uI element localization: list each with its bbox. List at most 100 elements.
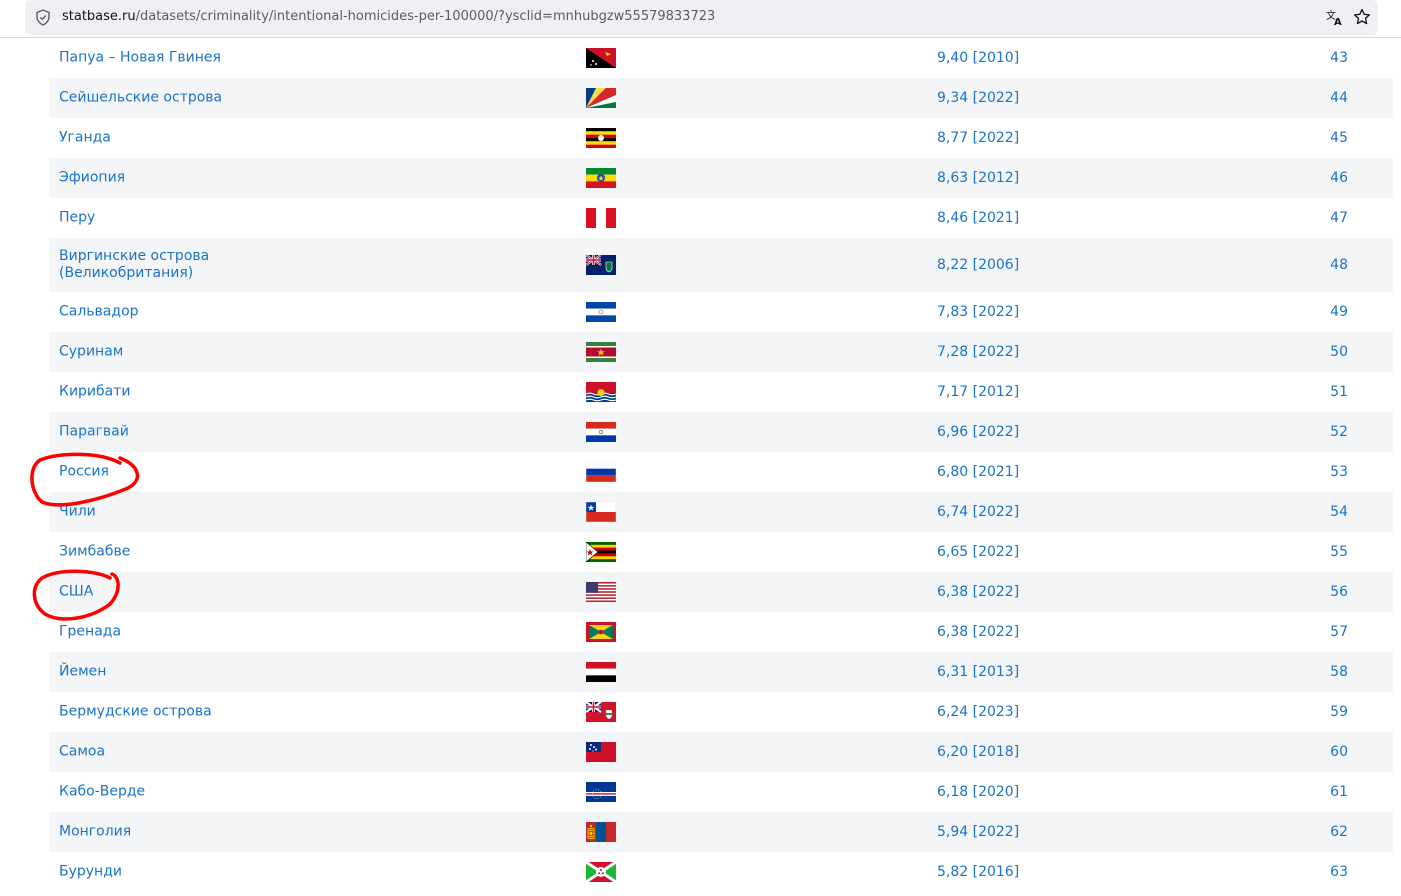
homicide-rate-value[interactable]: 9,34 [2022]	[937, 90, 1019, 106]
homicide-rate-value[interactable]: 8,22 [2006]	[937, 257, 1019, 273]
flag-yemen-icon	[586, 662, 616, 682]
flag-zimbabwe-icon	[586, 542, 616, 562]
table-row: Кабо-Верде 6,18 [2020] 61	[49, 772, 1393, 812]
rank-number[interactable]: 53	[1330, 464, 1348, 480]
homicide-rate-value[interactable]: 8,77 [2022]	[937, 130, 1019, 146]
rank-number[interactable]: 49	[1330, 304, 1348, 320]
rank-number[interactable]: 47	[1330, 210, 1348, 226]
table-row: Чили 6,74 [2022] 54	[49, 492, 1393, 532]
rank-number[interactable]: 44	[1330, 90, 1348, 106]
table-row: Парагвай 6,96 [2022] 52	[49, 412, 1393, 452]
homicide-rate-value[interactable]: 6,18 [2020]	[937, 784, 1019, 800]
translate-icon[interactable]: 文 A	[1326, 8, 1344, 26]
address-bar[interactable]: statbase.ru/datasets/criminality/intenti…	[25, 0, 1378, 35]
flag-grenada-icon	[586, 622, 616, 642]
rank-number[interactable]: 57	[1330, 624, 1348, 640]
country-link[interactable]: Бермудские острова	[59, 704, 259, 721]
flag-uganda-icon	[586, 128, 616, 148]
country-link[interactable]: Сальвадор	[59, 304, 259, 321]
homicide-rate-value[interactable]: 6,31 [2013]	[937, 664, 1019, 680]
rank-number[interactable]: 61	[1330, 784, 1348, 800]
flag-papua-new-guinea-icon	[586, 48, 616, 68]
country-link[interactable]: Кирибати	[59, 384, 259, 401]
country-link[interactable]: Виргинские острова (Великобритания)	[59, 248, 259, 282]
rank-number[interactable]: 56	[1330, 584, 1348, 600]
table-row: Эфиопия 8,63 [2012] 46	[49, 158, 1393, 198]
homicide-rate-value[interactable]: 7,83 [2022]	[937, 304, 1019, 320]
country-link[interactable]: Перу	[59, 210, 259, 227]
url-host: statbase.ru	[62, 9, 136, 24]
rank-number[interactable]: 50	[1330, 344, 1348, 360]
rank-number[interactable]: 45	[1330, 130, 1348, 146]
homicide-rate-value[interactable]: 5,82 [2016]	[937, 864, 1019, 880]
flag-burundi-icon	[586, 862, 616, 882]
rank-number[interactable]: 55	[1330, 544, 1348, 560]
country-link[interactable]: Зимбабве	[59, 544, 259, 561]
flag-bermuda-icon	[586, 702, 616, 722]
table-row: Зимбабве 6,65 [2022] 55	[49, 532, 1393, 572]
country-link[interactable]: Эфиопия	[59, 170, 259, 187]
table-row: США 6,38 [2022] 56	[49, 572, 1393, 612]
table-row: Самоа 6,20 [2018] 60	[49, 732, 1393, 772]
table-row: Гренада 6,38 [2022] 57	[49, 612, 1393, 652]
table-row: Уганда 8,77 [2022] 45	[49, 118, 1393, 158]
homicide-rate-value[interactable]: 7,17 [2012]	[937, 384, 1019, 400]
country-link[interactable]: Чили	[59, 504, 259, 521]
homicide-rate-value[interactable]: 5,94 [2022]	[937, 824, 1019, 840]
table-row: Йемен 6,31 [2013] 58	[49, 652, 1393, 692]
country-link[interactable]: Монголия	[59, 824, 259, 841]
rank-number[interactable]: 43	[1330, 50, 1348, 66]
country-link[interactable]: Уганда	[59, 130, 259, 147]
rank-number[interactable]: 54	[1330, 504, 1348, 520]
country-link[interactable]: Парагвай	[59, 424, 259, 441]
rank-number[interactable]: 48	[1330, 257, 1348, 273]
table-row: Кирибати 7,17 [2012] 51	[49, 372, 1393, 412]
rank-number[interactable]: 63	[1330, 864, 1348, 880]
homicide-rate-value[interactable]: 6,74 [2022]	[937, 504, 1019, 520]
homicide-rate-value[interactable]: 8,46 [2021]	[937, 210, 1019, 226]
shield-icon[interactable]	[35, 9, 51, 26]
flag-chile-icon	[586, 502, 616, 522]
flag-el-salvador-icon	[586, 302, 616, 322]
flag-suriname-icon	[586, 342, 616, 362]
homicide-rate-value[interactable]: 6,20 [2018]	[937, 744, 1019, 760]
homicide-rate-value[interactable]: 6,80 [2021]	[937, 464, 1019, 480]
table-row: Бурунди 5,82 [2016] 63	[49, 852, 1393, 892]
flag-samoa-icon	[586, 742, 616, 762]
rank-number[interactable]: 46	[1330, 170, 1348, 186]
homicide-rate-value[interactable]: 7,28 [2022]	[937, 344, 1019, 360]
rank-number[interactable]: 51	[1330, 384, 1348, 400]
rank-number[interactable]: 58	[1330, 664, 1348, 680]
homicide-rate-value[interactable]: 6,65 [2022]	[937, 544, 1019, 560]
table-row: Виргинские острова (Великобритания) 8,22 …	[49, 238, 1393, 292]
homicide-rate-value[interactable]: 6,38 [2022]	[937, 624, 1019, 640]
rank-number[interactable]: 62	[1330, 824, 1348, 840]
table-row: Монголия 5,94 [2022] 62	[49, 812, 1393, 852]
url-text[interactable]: statbase.ru/datasets/criminality/intenti…	[62, 9, 715, 24]
country-link[interactable]: США	[59, 584, 259, 601]
rank-number[interactable]: 52	[1330, 424, 1348, 440]
country-link[interactable]: Россия	[59, 464, 259, 481]
country-link[interactable]: Гренада	[59, 624, 259, 641]
country-link[interactable]: Суринам	[59, 344, 259, 361]
table-row: Папуа – Новая Гвинея 9,40 [2010] 43	[49, 38, 1393, 78]
table-row: Сейшельские острова 9,34 [2022] 44	[49, 78, 1393, 118]
country-link[interactable]: Самоа	[59, 744, 259, 761]
homicide-rate-value[interactable]: 8,63 [2012]	[937, 170, 1019, 186]
table-row: Бермудские острова 6,24 [2023] 59	[49, 692, 1393, 732]
country-link[interactable]: Кабо-Верде	[59, 784, 259, 801]
homicide-rate-value[interactable]: 9,40 [2010]	[937, 50, 1019, 66]
country-link[interactable]: Сейшельские острова	[59, 90, 259, 107]
homicide-rate-value[interactable]: 6,24 [2023]	[937, 704, 1019, 720]
country-link[interactable]: Бурунди	[59, 864, 259, 881]
homicide-rate-value[interactable]: 6,96 [2022]	[937, 424, 1019, 440]
flag-paraguay-icon	[586, 422, 616, 442]
country-link[interactable]: Папуа – Новая Гвинея	[59, 50, 259, 67]
flag-cape-verde-icon	[586, 782, 616, 802]
country-link[interactable]: Йемен	[59, 664, 259, 681]
table-row: Перу 8,46 [2021] 47	[49, 198, 1393, 238]
bookmark-star-icon[interactable]	[1353, 8, 1371, 26]
rank-number[interactable]: 60	[1330, 744, 1348, 760]
rank-number[interactable]: 59	[1330, 704, 1348, 720]
homicide-rate-value[interactable]: 6,38 [2022]	[937, 584, 1019, 600]
